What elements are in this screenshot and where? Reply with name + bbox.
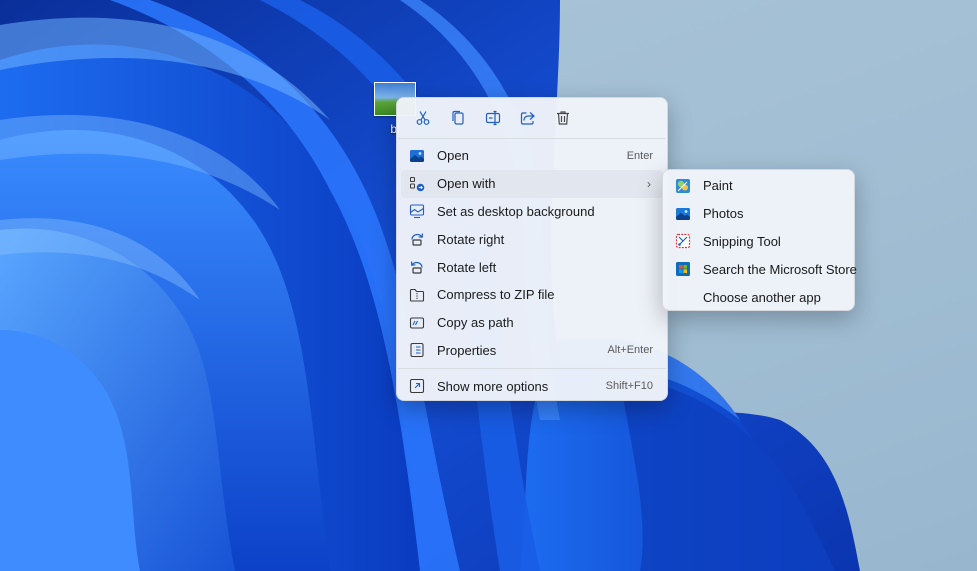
copy-icon bbox=[451, 110, 464, 125]
menu-item-rotate-left[interactable]: Rotate left bbox=[401, 253, 663, 281]
copy-button[interactable] bbox=[440, 103, 475, 133]
menu-item-shortcut: Shift+F10 bbox=[605, 380, 653, 393]
open-with-submenu: Paint Photos Snipping Tool Search the Mi… bbox=[662, 169, 857, 311]
path-icon bbox=[409, 317, 425, 329]
store-icon bbox=[676, 262, 690, 277]
submenu-item-label: Photos bbox=[703, 206, 744, 222]
menu-item-label: Copy as path bbox=[437, 315, 514, 331]
menu-item-label: Compress to ZIP file bbox=[437, 287, 555, 303]
open-with-icon bbox=[410, 176, 425, 191]
cut-button[interactable] bbox=[405, 103, 440, 133]
image-icon bbox=[410, 149, 424, 162]
menu-item-label: Set as desktop background bbox=[437, 203, 595, 219]
desktop: bl Open Enter Open with › Set as desktop… bbox=[0, 0, 977, 571]
submenu-item-choose-another-app[interactable]: Choose another app bbox=[667, 283, 850, 311]
menu-item-label: Rotate right bbox=[437, 231, 505, 247]
paint-icon bbox=[676, 178, 690, 193]
zip-icon bbox=[409, 288, 425, 302]
submenu-item-label: Paint bbox=[703, 178, 733, 194]
menu-item-open-with[interactable]: Open with › bbox=[401, 169, 663, 198]
submenu-item-label: Choose another app bbox=[703, 289, 821, 305]
share-icon bbox=[520, 112, 535, 125]
rename-icon bbox=[485, 110, 500, 126]
blank-icon-slot bbox=[675, 289, 691, 305]
menu-item-label: Properties bbox=[437, 342, 497, 358]
properties-icon bbox=[410, 343, 424, 358]
submenu-item-label: Search the Microsoft Store bbox=[703, 261, 857, 277]
menu-item-label: Open with bbox=[437, 176, 496, 192]
menu-item-properties[interactable]: Properties Alt+Enter bbox=[401, 337, 663, 365]
trash-icon bbox=[556, 111, 569, 125]
submenu-item-paint[interactable]: Paint bbox=[667, 172, 850, 200]
submenu-item-photos[interactable]: Photos bbox=[667, 200, 850, 228]
more-options-icon bbox=[409, 379, 425, 394]
share-button[interactable] bbox=[510, 103, 545, 133]
menu-item-show-more-options[interactable]: Show more options Shift+F10 bbox=[401, 372, 663, 400]
submenu-item-label: Snipping Tool bbox=[703, 233, 781, 249]
submenu-item-microsoft-store[interactable]: Search the Microsoft Store bbox=[667, 255, 857, 283]
menu-item-label: Open bbox=[437, 148, 469, 164]
submenu-item-snipping-tool[interactable]: Snipping Tool bbox=[667, 228, 850, 256]
menu-item-rotate-right[interactable]: Rotate right bbox=[401, 225, 663, 253]
menu-item-label: Show more options bbox=[437, 378, 549, 394]
delete-button[interactable] bbox=[545, 103, 580, 133]
snipping-tool-icon bbox=[675, 234, 691, 249]
wallpaper-icon bbox=[409, 204, 425, 219]
rotate-right-icon bbox=[411, 233, 424, 246]
context-menu: Open Enter Open with › Set as desktop ba… bbox=[396, 97, 668, 401]
menu-item-label: Rotate left bbox=[437, 259, 497, 275]
menu-item-open[interactable]: Open Enter bbox=[401, 142, 663, 170]
context-menu-toolbar bbox=[397, 98, 667, 138]
scissors-icon bbox=[416, 111, 429, 125]
rename-button[interactable] bbox=[475, 103, 510, 133]
menu-item-copy-as-path[interactable]: Copy as path bbox=[401, 309, 663, 337]
rotate-left-icon bbox=[410, 261, 423, 274]
menu-separator bbox=[398, 368, 666, 370]
photos-icon bbox=[676, 207, 690, 220]
chevron-right-icon: › bbox=[647, 176, 651, 191]
menu-item-shortcut: Alt+Enter bbox=[607, 344, 653, 357]
menu-item-compress-zip[interactable]: Compress to ZIP file bbox=[401, 281, 663, 309]
menu-item-shortcut: Enter bbox=[626, 149, 653, 162]
menu-item-set-desktop-background[interactable]: Set as desktop background bbox=[401, 198, 663, 226]
